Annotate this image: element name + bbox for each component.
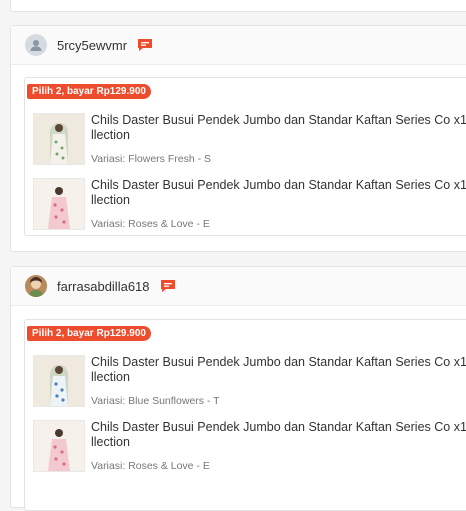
- product-thumbnail[interactable]: [33, 113, 85, 165]
- product-thumbnail[interactable]: [33, 420, 85, 472]
- chat-icon[interactable]: [137, 38, 153, 52]
- product-thumbnail[interactable]: [33, 355, 85, 407]
- order-item[interactable]: Chils Daster Busui Pendek Jumbo dan Stan…: [33, 178, 466, 234]
- order-card: farrasabdilla618 Pilih 2, bayar Rp129.90…: [10, 266, 466, 511]
- buyer-username[interactable]: farrasabdilla618: [57, 279, 150, 294]
- order-items-box: Pilih 2, bayar Rp129.900 Chils Daster Bu…: [24, 319, 466, 511]
- order-header: farrasabdilla618: [11, 267, 466, 306]
- order-item[interactable]: Chils Daster Busui Pendek Jumbo dan Stan…: [33, 420, 466, 476]
- promo-badge: Pilih 2, bayar Rp129.900: [27, 326, 151, 341]
- order-card: 5rcy5ewvmr Pilih 2, bayar Rp129.900 Chil…: [10, 25, 466, 252]
- order-item[interactable]: Chils Daster Busui Pendek Jumbo dan Stan…: [33, 355, 466, 411]
- product-variant: Variasi: Roses & Love - E: [91, 460, 210, 472]
- chat-icon[interactable]: [160, 279, 176, 293]
- product-title[interactable]: Chils Daster Busui Pendek Jumbo dan Stan…: [91, 355, 466, 385]
- product-thumbnail[interactable]: [33, 178, 85, 230]
- product-title[interactable]: Chils Daster Busui Pendek Jumbo dan Stan…: [91, 420, 466, 450]
- previous-order-card: [10, 0, 466, 12]
- buyer-username[interactable]: 5rcy5ewvmr: [57, 38, 127, 53]
- photo-avatar-icon[interactable]: [25, 275, 47, 297]
- product-title[interactable]: Chils Daster Busui Pendek Jumbo dan Stan…: [91, 178, 466, 208]
- order-header: 5rcy5ewvmr: [11, 26, 466, 65]
- product-title[interactable]: Chils Daster Busui Pendek Jumbo dan Stan…: [91, 113, 466, 143]
- promo-badge: Pilih 2, bayar Rp129.900: [27, 84, 151, 99]
- product-variant: Variasi: Flowers Fresh - S: [91, 153, 211, 165]
- order-item[interactable]: Chils Daster Busui Pendek Jumbo dan Stan…: [33, 113, 466, 169]
- product-variant: Variasi: Blue Sunflowers - T: [91, 395, 220, 407]
- order-items-box: Pilih 2, bayar Rp129.900 Chils Daster Bu…: [24, 77, 466, 236]
- product-variant: Variasi: Roses & Love - E: [91, 218, 210, 230]
- default-avatar-icon[interactable]: [25, 34, 47, 56]
